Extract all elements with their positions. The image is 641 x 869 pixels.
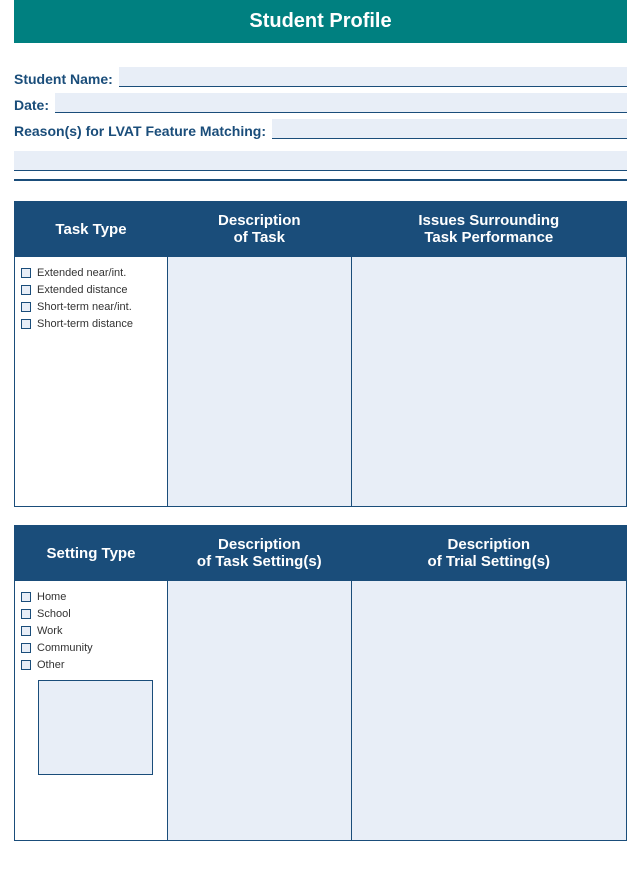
date-input[interactable] xyxy=(55,93,627,113)
checkbox-shortterm-distance[interactable] xyxy=(21,319,31,329)
description-of-task-header: Description of Task xyxy=(168,202,352,257)
setting-type-table: Setting Type Description of Task Setting… xyxy=(14,525,627,841)
description-of-task-cell[interactable] xyxy=(168,257,352,507)
form-fields-section: Student Name: Date: Reason(s) for LVAT F… xyxy=(14,67,627,181)
issues-cell[interactable] xyxy=(351,257,626,507)
issues-header: Issues Surrounding Task Performance xyxy=(351,202,626,257)
setting-type-cell: Home School Work Community Other xyxy=(15,581,168,841)
student-name-input[interactable] xyxy=(119,67,627,87)
checkbox-label: Community xyxy=(37,642,93,654)
date-row: Date: xyxy=(14,93,627,113)
checkbox-label: Short-term near/int. xyxy=(37,301,132,313)
checkbox-row: Short-term distance xyxy=(21,318,161,330)
task-type-table: Task Type Description of Task Issues Sur… xyxy=(14,201,627,507)
student-name-row: Student Name: xyxy=(14,67,627,87)
divider-line xyxy=(14,171,627,181)
checkbox-school[interactable] xyxy=(21,609,31,619)
checkbox-extended-distance[interactable] xyxy=(21,285,31,295)
checkbox-row: Other xyxy=(21,659,161,671)
task-setting-header: Description of Task Setting(s) xyxy=(168,526,352,581)
student-name-label: Student Name: xyxy=(14,71,113,87)
reasons-row: Reason(s) for LVAT Feature Matching: xyxy=(14,119,627,139)
checkbox-other[interactable] xyxy=(21,660,31,670)
checkbox-row: Extended near/int. xyxy=(21,267,161,279)
date-label: Date: xyxy=(14,97,49,113)
checkbox-community[interactable] xyxy=(21,643,31,653)
task-type-header: Task Type xyxy=(15,202,168,257)
reasons-label: Reason(s) for LVAT Feature Matching: xyxy=(14,123,266,139)
checkbox-home[interactable] xyxy=(21,592,31,602)
checkbox-label: Extended distance xyxy=(37,284,128,296)
checkbox-row: Home xyxy=(21,591,161,603)
page-title-banner: Student Profile xyxy=(14,0,627,43)
checkbox-extended-near[interactable] xyxy=(21,268,31,278)
checkbox-label: School xyxy=(37,608,71,620)
trial-setting-header: Description of Trial Setting(s) xyxy=(351,526,626,581)
checkbox-shortterm-near[interactable] xyxy=(21,302,31,312)
other-textarea[interactable] xyxy=(38,680,153,775)
checkbox-label: Work xyxy=(37,625,62,637)
checkbox-label: Other xyxy=(37,659,65,671)
task-type-cell: Extended near/int. Extended distance Sho… xyxy=(15,257,168,507)
page-title: Student Profile xyxy=(249,10,391,32)
checkbox-label: Extended near/int. xyxy=(37,267,126,279)
checkbox-row: School xyxy=(21,608,161,620)
checkbox-work[interactable] xyxy=(21,626,31,636)
checkbox-row: Work xyxy=(21,625,161,637)
checkbox-label: Short-term distance xyxy=(37,318,133,330)
task-setting-cell[interactable] xyxy=(168,581,352,841)
checkbox-row: Short-term near/int. xyxy=(21,301,161,313)
checkbox-label: Home xyxy=(37,591,66,603)
trial-setting-cell[interactable] xyxy=(351,581,626,841)
setting-type-header: Setting Type xyxy=(15,526,168,581)
checkbox-row: Community xyxy=(21,642,161,654)
reasons-input[interactable] xyxy=(272,119,627,139)
reasons-line2-input[interactable] xyxy=(14,151,627,171)
checkbox-row: Extended distance xyxy=(21,284,161,296)
